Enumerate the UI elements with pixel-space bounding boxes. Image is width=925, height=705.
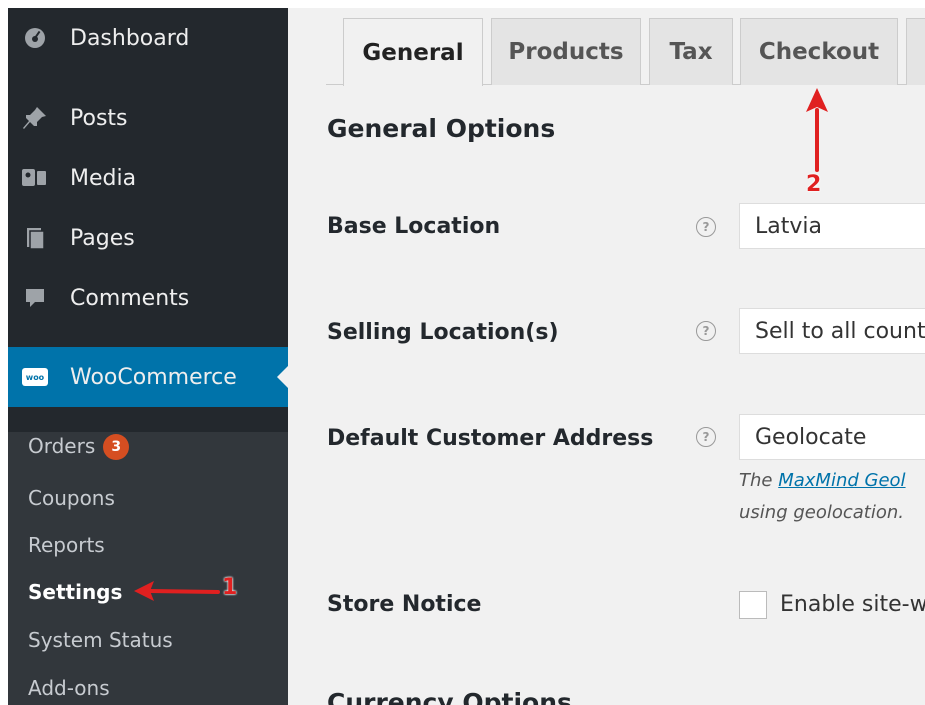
woocommerce-submenu: Orders 3 Coupons Reports Settings System … bbox=[8, 432, 288, 705]
submenu-add-ons[interactable]: Add-ons bbox=[28, 676, 110, 700]
woocommerce-logo-text: woo bbox=[22, 368, 48, 386]
menu-pages-label: Pages bbox=[70, 225, 135, 251]
default-customer-address-select[interactable]: Geolocate bbox=[739, 414, 925, 460]
label-base-location: Base Location bbox=[327, 214, 501, 239]
menu-media-label: Media bbox=[70, 165, 137, 191]
annotation-arrow-1 bbox=[134, 581, 220, 601]
label-selling-locations: Selling Location(s) bbox=[327, 320, 559, 345]
menu-dashboard[interactable]: Dashboard bbox=[8, 18, 288, 58]
default-address-description: The MaxMind Geol bbox=[739, 470, 906, 491]
tab-general[interactable]: General bbox=[343, 18, 483, 86]
menu-pages[interactable]: Pages bbox=[8, 218, 288, 258]
desc-prefix: The bbox=[739, 470, 779, 491]
menu-woocommerce-label: WooCommerce bbox=[70, 364, 237, 390]
pages-icon bbox=[20, 225, 50, 251]
comment-icon bbox=[20, 285, 50, 311]
menu-comments-label: Comments bbox=[70, 285, 190, 311]
submenu-reports[interactable]: Reports bbox=[28, 533, 105, 557]
base-location-select[interactable]: Latvia bbox=[739, 203, 925, 249]
maxmind-link[interactable]: MaxMind Geol bbox=[778, 470, 905, 491]
store-notice-checkbox[interactable] bbox=[739, 591, 767, 619]
dashboard-icon bbox=[20, 25, 50, 51]
annotation-number-2: 2 bbox=[806, 172, 822, 197]
menu-posts-label: Posts bbox=[70, 105, 128, 131]
store-notice-checkbox-label: Enable site-w bbox=[780, 592, 925, 617]
menu-media[interactable]: Media bbox=[8, 158, 288, 198]
annotation-number-1: 1 bbox=[222, 575, 238, 600]
default-address-description-line2: using geolocation. bbox=[739, 502, 904, 523]
tab-next[interactable] bbox=[906, 18, 925, 85]
submenu-system-status[interactable]: System Status bbox=[28, 628, 173, 652]
submenu-orders[interactable]: Orders 3 bbox=[28, 434, 130, 460]
submenu-orders-label: Orders bbox=[28, 434, 96, 458]
menu-comments[interactable]: Comments bbox=[8, 278, 288, 318]
woocommerce-logo-icon: woo bbox=[20, 364, 50, 390]
menu-posts[interactable]: Posts bbox=[8, 98, 288, 138]
help-icon[interactable]: ? bbox=[696, 427, 716, 447]
menu-woocommerce[interactable]: woo WooCommerce bbox=[8, 347, 288, 407]
tab-checkout[interactable]: Checkout bbox=[740, 18, 898, 85]
submenu-settings[interactable]: Settings bbox=[28, 580, 122, 604]
pin-icon bbox=[20, 105, 50, 131]
annotation-arrow-2 bbox=[806, 88, 828, 172]
label-store-notice: Store Notice bbox=[327, 592, 482, 617]
menu-dashboard-label: Dashboard bbox=[70, 25, 190, 51]
tab-tax[interactable]: Tax bbox=[649, 18, 733, 85]
section-title-currency-options: Currency Options bbox=[327, 688, 572, 705]
selling-locations-select[interactable]: Sell to all count bbox=[739, 308, 925, 354]
help-icon[interactable]: ? bbox=[696, 321, 716, 341]
current-menu-arrow bbox=[277, 366, 288, 388]
label-default-customer-address: Default Customer Address bbox=[327, 426, 654, 451]
media-icon bbox=[20, 165, 50, 191]
submenu-coupons[interactable]: Coupons bbox=[28, 486, 115, 510]
orders-count-badge: 3 bbox=[103, 434, 130, 460]
help-icon[interactable]: ? bbox=[696, 217, 716, 237]
section-title-general-options: General Options bbox=[327, 114, 556, 143]
tab-products[interactable]: Products bbox=[491, 18, 641, 85]
